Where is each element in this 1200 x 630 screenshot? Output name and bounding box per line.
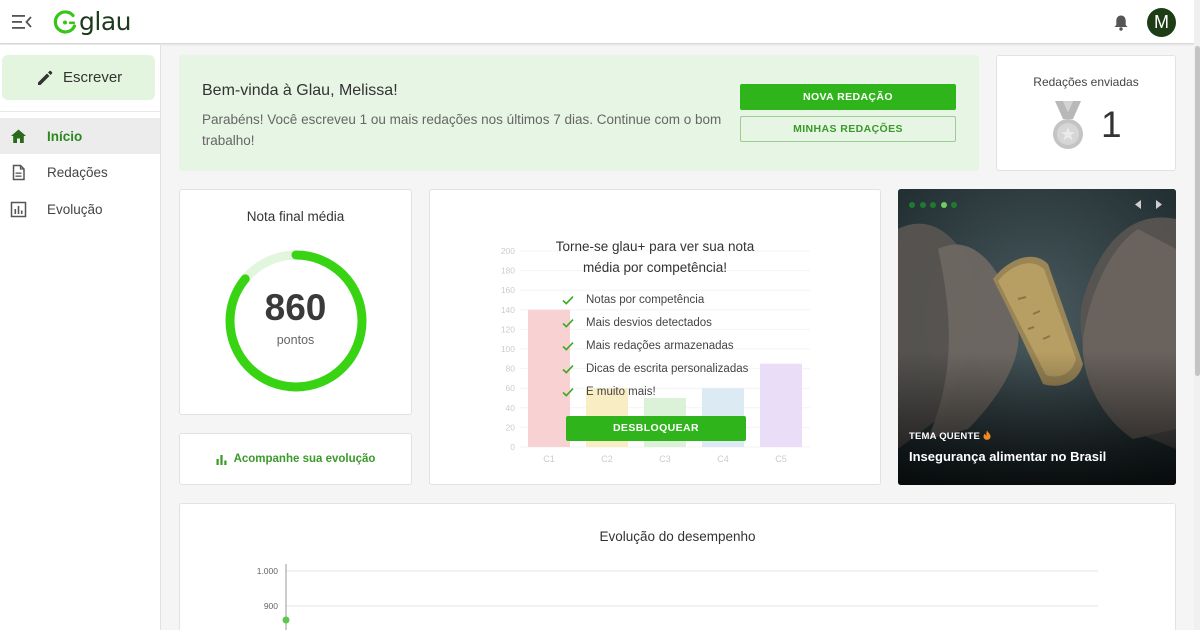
competency-title-line2: média por competência! <box>582 260 728 275</box>
unlock-button[interactable]: DESBLOQUEAR <box>566 416 746 441</box>
sidebar-item-label: Redações <box>47 164 108 180</box>
performance-card: Evolução do desempenho 1.000 900 <box>179 503 1176 630</box>
next-arrow-icon[interactable] <box>1154 199 1164 210</box>
carousel-dots <box>909 202 962 208</box>
track-evolution-label: Acompanhe sua evolução <box>233 453 376 465</box>
check-icon <box>562 318 574 328</box>
list-item: Mais desvios detectados <box>562 311 748 334</box>
y-tick-label: 80 <box>506 364 516 374</box>
sidebar-item-label: Evolução <box>47 201 103 217</box>
bar-chart-icon <box>10 201 27 217</box>
check-icon <box>562 364 574 374</box>
feature-label: Dicas de escrita personalizadas <box>586 362 749 375</box>
list-item: Dicas de escrita personalizadas <box>562 357 748 380</box>
welcome-card: Bem-vinda à Glau, Melissa! Parabéns! Voc… <box>179 55 979 171</box>
y-tick-label: 20 <box>506 422 516 432</box>
track-evolution-button[interactable]: Acompanhe sua evolução <box>179 433 412 485</box>
list-item: Mais redações armazenadas <box>562 334 748 357</box>
welcome-title: Bem-vinda à Glau, Melissa! <box>202 82 398 99</box>
glau-logo-icon <box>53 10 77 34</box>
sidebar-item-evolucao[interactable]: Evolução <box>0 191 160 227</box>
write-button[interactable]: Escrever <box>2 55 155 100</box>
previous-arrow-icon[interactable] <box>1133 199 1143 210</box>
x-tick-label: C3 <box>659 454 671 464</box>
y-tick-label: 1.000 <box>257 566 279 576</box>
bar-chart-icon <box>216 454 227 465</box>
y-tick-label: 140 <box>501 305 515 315</box>
check-icon <box>562 341 574 351</box>
competency-upsell-card: 0 20 40 60 80 100 120 140 160 180 200 C1 C2 C3 C4 C5 To… <box>429 189 881 485</box>
my-essays-button[interactable]: MINHAS REDAÇÕES <box>740 116 956 142</box>
y-tick-label: 180 <box>501 266 515 276</box>
sidebar: Escrever Início Redações Evolução <box>0 45 161 630</box>
pencil-icon <box>38 70 53 85</box>
x-tick-label: C5 <box>775 454 787 464</box>
carousel-dot[interactable] <box>930 202 936 208</box>
silver-medal-icon <box>1053 101 1083 149</box>
feature-list: Notas por competência Mais desvios detec… <box>562 288 748 403</box>
hot-topic-title: Insegurança alimentar no Brasil <box>909 449 1107 464</box>
check-icon <box>562 295 574 305</box>
y-tick-label: 900 <box>264 601 278 611</box>
bell-icon[interactable] <box>1113 14 1129 31</box>
document-icon <box>12 164 25 180</box>
feature-label: Mais desvios detectados <box>586 316 712 329</box>
feature-label: E muito mais! <box>586 385 656 398</box>
x-tick-label: C2 <box>601 454 613 464</box>
y-tick-label: 200 <box>501 246 515 256</box>
average-score-title: Nota final média <box>246 209 345 224</box>
sidebar-item-redacoes[interactable]: Redações <box>0 154 160 190</box>
y-tick-label: 40 <box>506 403 516 413</box>
hot-topic-tag: TEMA QUENTE <box>909 430 991 442</box>
welcome-text: Parabéns! Você escreveu 1 ou mais redaçõ… <box>202 112 722 148</box>
carousel-dot[interactable] <box>940 202 947 208</box>
avatar[interactable]: M <box>1147 8 1176 37</box>
sidebar-divider <box>0 111 160 112</box>
y-tick-label: 160 <box>501 285 515 295</box>
carousel-dot[interactable] <box>951 202 957 208</box>
feature-label: Notas por competência <box>586 293 705 306</box>
average-score-unit: pontos <box>276 333 315 347</box>
y-tick-label: 120 <box>501 324 515 334</box>
menu-collapse-icon[interactable] <box>12 14 32 30</box>
y-tick-label: 100 <box>501 344 515 354</box>
sidebar-item-label: Início <box>47 128 83 144</box>
hot-topic-card[interactable]: TEMA QUENTE Insegurança alimentar no Bra… <box>898 189 1176 485</box>
y-tick-label: 0 <box>510 442 515 452</box>
performance-chart: 1.000 900 <box>257 564 1098 630</box>
x-tick-label: C1 <box>543 454 555 464</box>
check-icon <box>562 387 574 397</box>
average-score-value: 860 <box>264 287 327 328</box>
competency-bar <box>760 363 802 447</box>
sidebar-item-inicio[interactable]: Início <box>0 118 160 154</box>
top-bar: glau M <box>0 0 1194 44</box>
fire-icon <box>983 430 991 440</box>
x-tick-label: C4 <box>717 454 729 464</box>
competency-title-line1: Torne-se glau+ para ver sua nota <box>555 239 755 254</box>
carousel-dot[interactable] <box>909 202 915 208</box>
scrollbar-thumb[interactable] <box>1195 46 1200 376</box>
carousel-dot[interactable] <box>919 202 926 208</box>
sent-essays-title: Redações enviadas <box>1033 75 1139 89</box>
logo-text: glau <box>79 7 131 36</box>
competency-upsell-title: Torne-se glau+ para ver sua nota média p… <box>530 236 780 278</box>
data-point[interactable] <box>282 616 290 624</box>
list-item: E muito mais! <box>562 380 748 403</box>
hot-topic-tag-label: TEMA QUENTE <box>909 431 980 442</box>
list-item: Notas por competência <box>562 288 748 311</box>
average-score-card: Nota final média 860 pontos <box>179 189 412 415</box>
new-essay-button[interactable]: NOVA REDAÇÃO <box>740 84 956 110</box>
y-tick-label: 60 <box>506 383 516 393</box>
app-logo[interactable]: glau <box>52 9 131 35</box>
write-button-label: Escrever <box>63 69 123 86</box>
feature-label: Mais redações armazenadas <box>586 339 734 352</box>
sent-essays-count: 1 <box>1101 104 1122 145</box>
home-icon <box>11 129 26 143</box>
sent-essays-card: Redações enviadas 1 <box>996 55 1176 171</box>
